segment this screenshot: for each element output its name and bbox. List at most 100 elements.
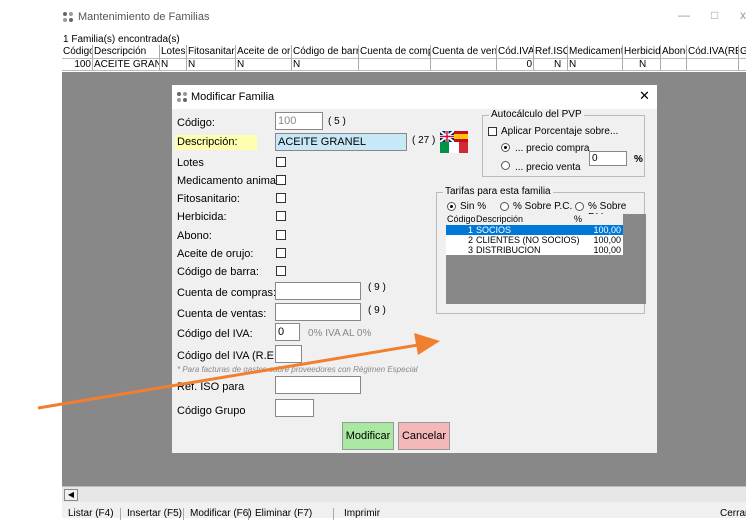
precio-venta-radio[interactable] bbox=[501, 161, 510, 170]
insertar-button[interactable]: Insertar (F5) bbox=[120, 508, 182, 520]
fitosanitario-checkbox[interactable] bbox=[276, 193, 286, 203]
descripcion-length: ( 27 ) bbox=[412, 135, 436, 146]
cerrar-button[interactable]: Cerrar bbox=[714, 508, 746, 520]
grid-cell bbox=[687, 59, 739, 70]
column-header: % bbox=[574, 214, 583, 224]
grid-cell: N bbox=[568, 59, 623, 70]
table-row[interactable]: 2 CLIENTES (NO SOCIOS) 100,00 bbox=[446, 235, 623, 245]
aceite-checkbox[interactable] bbox=[276, 248, 286, 258]
medicamento-checkbox[interactable] bbox=[276, 175, 286, 185]
tarifa-pct: 100,00 bbox=[593, 235, 621, 245]
tarifa-descripcion: CLIENTES (NO SOCIOS) bbox=[476, 235, 580, 245]
table-row[interactable]: 1 SOCIOS 100,00 bbox=[446, 225, 623, 235]
tarifa-descripcion: DISTRIBUCION bbox=[476, 245, 541, 255]
cuenta-ventas-field[interactable] bbox=[275, 303, 361, 321]
column-header[interactable]: Gr bbox=[739, 45, 746, 58]
column-header[interactable]: Cuenta de ventas bbox=[431, 45, 497, 58]
modificar-toolbar-button[interactable]: Modificar (F6) bbox=[183, 508, 252, 520]
grid-cell bbox=[661, 59, 687, 70]
cuenta-ventas-label: Cuenta de ventas: bbox=[177, 308, 267, 320]
grid-cell: N bbox=[292, 59, 359, 70]
column-header[interactable]: Abono bbox=[661, 45, 687, 58]
window-title: Mantenimiento de Familias bbox=[78, 11, 210, 23]
abono-checkbox[interactable] bbox=[276, 230, 286, 240]
ref-iso-label: Ref. ISO para bbox=[177, 381, 245, 393]
column-header[interactable]: Cód.IVA(RE) bbox=[687, 45, 739, 58]
herbicida-label: Herbicida: bbox=[177, 211, 227, 223]
column-header[interactable]: Cód.IVA bbox=[497, 45, 534, 58]
dialog-titlebar: Modificar Familia ✕ bbox=[172, 85, 657, 109]
porcentaje-field[interactable]: 0 bbox=[589, 151, 627, 166]
precio-compra-label: ... precio compra bbox=[515, 143, 590, 154]
tarifa-descripcion: SOCIOS bbox=[476, 225, 512, 235]
close-button[interactable]: x bbox=[740, 8, 746, 22]
tarifa-pct: 100,00 bbox=[593, 225, 621, 235]
scroll-left-icon[interactable]: ◀ bbox=[64, 489, 78, 501]
maximize-button[interactable]: □ bbox=[711, 8, 718, 22]
ref-iso-field[interactable] bbox=[275, 376, 361, 394]
lotes-label: Lotes bbox=[177, 157, 204, 169]
tarifas-group: Tarifas para esta familia Sin % % Sobre … bbox=[436, 186, 646, 314]
minimize-button[interactable]: — bbox=[678, 8, 690, 22]
cuenta-ventas-length: ( 9 ) bbox=[368, 305, 386, 316]
precio-compra-radio[interactable] bbox=[501, 143, 510, 152]
codigo-grupo-field[interactable] bbox=[275, 399, 314, 417]
sobre-pv-radio[interactable] bbox=[575, 202, 584, 211]
percent-sign: % bbox=[634, 154, 643, 165]
sin-pct-radio[interactable] bbox=[447, 202, 456, 211]
grid-cell: N bbox=[534, 59, 568, 70]
table-row[interactable]: 3 DISTRIBUCION 100,00 bbox=[446, 245, 623, 255]
column-header: Descripción bbox=[476, 214, 524, 224]
aplicar-label: Aplicar Porcentaje sobre... bbox=[501, 126, 619, 137]
column-header[interactable]: Código bbox=[62, 45, 93, 58]
grid-cell: N bbox=[623, 59, 661, 70]
fitosanitario-label: Fitosanitario: bbox=[177, 193, 240, 205]
column-header[interactable]: Código de barras bbox=[292, 45, 359, 58]
column-header[interactable]: Fitosanitario bbox=[187, 45, 236, 58]
grid-cell: ACEITE GRANEL bbox=[93, 59, 160, 70]
dialog-close-icon[interactable]: ✕ bbox=[639, 88, 650, 104]
column-header[interactable]: Lotes bbox=[160, 45, 187, 58]
table-row[interactable]: 100 ACEITE GRANEL N N N N 0 N N N bbox=[62, 59, 746, 71]
codigo-iva-field[interactable]: 0 bbox=[275, 323, 300, 341]
grid-cell: N bbox=[160, 59, 187, 70]
column-header[interactable]: Cuenta de compras bbox=[359, 45, 431, 58]
listar-button[interactable]: Listar (F4) bbox=[62, 508, 114, 520]
codigo-field[interactable]: 100 bbox=[275, 112, 323, 130]
column-header[interactable]: Herbicida bbox=[623, 45, 661, 58]
autocalculo-title: Autocálculo del PVP bbox=[489, 109, 584, 120]
codigo-barra-checkbox[interactable] bbox=[276, 266, 286, 276]
column-header[interactable]: Descripción bbox=[93, 45, 160, 58]
codigo-label: Código: bbox=[177, 117, 215, 129]
sobre-pc-label: % Sobre P.C. bbox=[513, 201, 573, 212]
tarifa-codigo: 3 bbox=[467, 245, 473, 255]
grid-cell: N bbox=[236, 59, 292, 70]
horizontal-scrollbar[interactable]: ◀ bbox=[62, 486, 746, 502]
language-flags-icon[interactable] bbox=[440, 131, 468, 153]
cuenta-compras-field[interactable] bbox=[275, 282, 361, 300]
column-header[interactable]: Aceite de orujo bbox=[236, 45, 292, 58]
tarifa-pct: 100,00 bbox=[593, 245, 621, 255]
codigo-grupo-label: Código Grupo bbox=[177, 405, 246, 417]
column-header[interactable]: Ref.ISO bbox=[534, 45, 568, 58]
grid-cell: N bbox=[187, 59, 236, 70]
window-titlebar: Mantenimiento de Familias — □ x bbox=[0, 0, 746, 30]
codigo-iva-re-field[interactable] bbox=[275, 345, 302, 363]
medicamento-label: Medicamento animal bbox=[177, 175, 279, 187]
grid-cell bbox=[359, 59, 431, 70]
tarifas-table: Código Descripción % 1 SOCIOS 100,00 2 C… bbox=[446, 214, 646, 304]
imprimir-button[interactable]: Imprimir bbox=[333, 508, 380, 520]
sobre-pc-radio[interactable] bbox=[500, 202, 509, 211]
column-header[interactable]: Medicamento bbox=[568, 45, 623, 58]
cancelar-button[interactable]: Cancelar bbox=[398, 422, 450, 450]
herbicida-checkbox[interactable] bbox=[276, 211, 286, 221]
app-icon bbox=[63, 12, 73, 22]
tarifa-codigo: 2 bbox=[467, 235, 473, 245]
tarifas-table-header: Código Descripción % bbox=[446, 214, 623, 225]
eliminar-button[interactable]: Eliminar (F7) bbox=[248, 508, 312, 520]
column-header: Código bbox=[447, 214, 476, 224]
descripcion-field[interactable]: ACEITE GRANEL bbox=[275, 133, 407, 151]
lotes-checkbox[interactable] bbox=[276, 157, 286, 167]
modificar-button[interactable]: Modificar bbox=[342, 422, 394, 450]
aplicar-checkbox[interactable] bbox=[488, 127, 497, 136]
